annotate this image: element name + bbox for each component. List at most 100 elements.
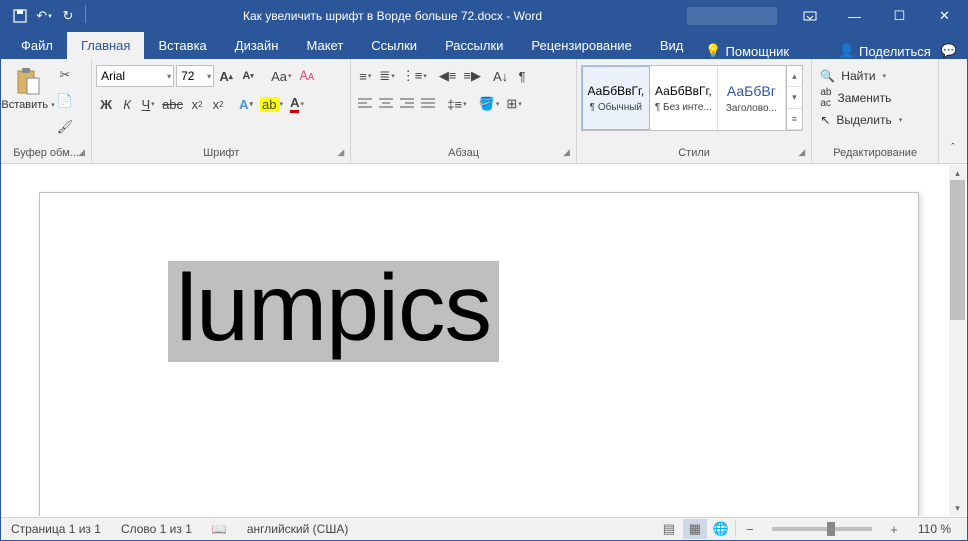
user-badge[interactable] — [687, 7, 777, 25]
font-color-icon[interactable]: A▾ — [287, 93, 307, 115]
tab-insert[interactable]: Вставка — [144, 32, 220, 59]
page-indicator[interactable]: Страница 1 из 1 — [1, 522, 111, 536]
zoom-in-icon[interactable]: + — [882, 519, 906, 539]
highlight-icon[interactable]: ab▾ — [257, 93, 286, 115]
justify-icon[interactable] — [418, 93, 438, 115]
maximize-icon[interactable]: ☐ — [877, 1, 922, 31]
font-launcher[interactable]: ◢ — [337, 147, 344, 158]
minimize-icon[interactable]: — — [832, 1, 877, 31]
collapse-ribbon-icon[interactable]: ˆ — [943, 137, 963, 159]
style-heading[interactable]: АаБбВг Заголово... — [718, 66, 786, 130]
text-effects-icon[interactable]: A▾ — [236, 93, 256, 115]
superscript-button[interactable]: x2 — [208, 93, 228, 115]
select-button[interactable]: ↖Выделить▾ — [816, 109, 906, 131]
line-spacing-icon[interactable]: ‡≡▾ — [444, 93, 469, 115]
selected-text[interactable]: lumpics — [168, 261, 499, 362]
tab-references[interactable]: Ссылки — [357, 32, 431, 59]
zoom-out-icon[interactable]: − — [738, 519, 762, 539]
read-mode-icon[interactable]: ▤ — [657, 519, 681, 539]
clipboard-launcher[interactable]: ◢ — [78, 147, 85, 158]
borders-icon[interactable]: ⊞▾ — [503, 93, 524, 115]
group-font: Arial▾ 72▾ A▴ A▾ Aa▾ 🗛 Ж К Ч▾ abc x2 x2 … — [92, 59, 351, 163]
font-name-combo[interactable]: Arial▾ — [96, 65, 174, 87]
spell-check-icon[interactable]: 📖 — [202, 522, 237, 536]
styles-up-icon[interactable]: ▴ — [787, 66, 802, 87]
styles-launcher[interactable]: ◢ — [798, 147, 805, 158]
tab-layout[interactable]: Макет — [292, 32, 357, 59]
decrease-indent-icon[interactable]: ◀≡ — [436, 65, 460, 87]
tab-review[interactable]: Рецензирование — [517, 32, 645, 59]
zoom-slider[interactable] — [772, 527, 872, 531]
tell-me[interactable]: 💡Помощник — [705, 43, 789, 59]
strikethrough-button[interactable]: abc — [159, 93, 186, 115]
language-indicator[interactable]: английский (США) — [237, 522, 358, 536]
comments-icon[interactable]: 💬 — [941, 43, 957, 59]
page[interactable]: lumpics — [39, 192, 919, 516]
word-count[interactable]: Слово 1 из 1 — [111, 522, 202, 536]
clear-formatting-icon[interactable]: 🗛 — [297, 65, 318, 87]
shading-icon[interactable]: 🪣▾ — [476, 93, 503, 115]
format-painter-icon[interactable]: 🖌 — [55, 117, 75, 137]
italic-button[interactable]: К — [117, 93, 137, 115]
group-editing: 🔍Найти▾ abacЗаменить ↖Выделить▾ Редактир… — [812, 59, 939, 163]
print-layout-icon[interactable]: ▦ — [683, 519, 707, 539]
style-no-spacing[interactable]: АаБбВвГг, ¶ Без инте... — [650, 66, 718, 130]
styles-down-icon[interactable]: ▾ — [787, 87, 802, 108]
styles-more-icon[interactable]: ≡ — [787, 109, 802, 130]
grow-font-icon[interactable]: A▴ — [216, 65, 236, 87]
underline-button[interactable]: Ч▾ — [138, 93, 158, 115]
group-clipboard: Вставить▾ ✂ 📄 🖌 Буфер обм...◢ — [1, 59, 92, 163]
multilevel-list-icon[interactable]: ⋮≡▾ — [399, 65, 430, 87]
share-icon: 👤 — [839, 43, 855, 59]
scroll-down-icon[interactable]: ▾ — [949, 500, 966, 516]
style-normal[interactable]: АаБбВвГг, ¶ Обычный — [582, 66, 650, 130]
ribbon-options-icon[interactable] — [787, 1, 832, 31]
undo-icon[interactable]: ↶▾ — [33, 5, 55, 27]
zoom-level[interactable]: 110 % — [908, 522, 961, 536]
find-button[interactable]: 🔍Найти▾ — [816, 65, 890, 87]
replace-icon: abac — [820, 87, 831, 109]
shrink-font-icon[interactable]: A▾ — [238, 65, 258, 87]
show-marks-icon[interactable]: ¶ — [512, 65, 532, 87]
tab-design[interactable]: Дизайн — [221, 32, 293, 59]
title-bar: ↶▾ ↻ Как увеличить шрифт в Ворде больше … — [1, 1, 967, 31]
scroll-thumb[interactable] — [950, 180, 965, 320]
cut-icon[interactable]: ✂ — [55, 65, 75, 85]
copy-icon[interactable]: 📄 — [55, 91, 75, 111]
font-size-combo[interactable]: 72▾ — [176, 65, 214, 87]
bold-button[interactable]: Ж — [96, 93, 116, 115]
cursor-icon: ↖ — [820, 113, 830, 127]
increase-indent-icon[interactable]: ≡▶ — [460, 65, 484, 87]
tab-view[interactable]: Вид — [646, 32, 698, 59]
tab-home[interactable]: Главная — [67, 32, 144, 59]
redo-icon[interactable]: ↻ — [57, 5, 79, 27]
zoom-thumb[interactable] — [827, 522, 835, 536]
paragraph-launcher[interactable]: ◢ — [563, 147, 570, 158]
bullets-icon[interactable]: ≡▾ — [355, 65, 375, 87]
tab-mailings[interactable]: Рассылки — [431, 32, 517, 59]
ribbon-tabs: Файл Главная Вставка Дизайн Макет Ссылки… — [1, 31, 967, 59]
save-icon[interactable] — [9, 5, 31, 27]
subscript-button[interactable]: x2 — [187, 93, 207, 115]
vertical-scrollbar[interactable]: ▴ ▾ — [949, 165, 966, 516]
scroll-up-icon[interactable]: ▴ — [949, 165, 966, 181]
web-layout-icon[interactable]: 🌐 — [709, 519, 733, 539]
status-bar: Страница 1 из 1 Слово 1 из 1 📖 английски… — [1, 517, 967, 540]
align-left-icon[interactable] — [355, 93, 375, 115]
bulb-icon: 💡 — [705, 43, 721, 59]
change-case-icon[interactable]: Aa▾ — [268, 65, 294, 87]
group-paragraph: ≡▾ ≣▾ ⋮≡▾ ◀≡ ≡▶ A↓ ¶ ‡≡▾ 🪣▾ ⊞▾ — [351, 59, 577, 163]
align-right-icon[interactable] — [397, 93, 417, 115]
paste-button[interactable]: Вставить▾ — [5, 65, 51, 113]
styles-gallery: АаБбВвГг, ¶ Обычный АаБбВвГг, ¶ Без инте… — [581, 65, 803, 131]
ribbon: Вставить▾ ✂ 📄 🖌 Буфер обм...◢ Arial▾ 72▾… — [1, 59, 967, 164]
close-icon[interactable]: ✕ — [922, 1, 967, 31]
styles-scroll: ▴ ▾ ≡ — [786, 66, 802, 130]
sort-icon[interactable]: A↓ — [490, 65, 511, 87]
share-button[interactable]: 👤Поделиться — [839, 43, 931, 59]
replace-button[interactable]: abacЗаменить — [816, 87, 895, 109]
numbering-icon[interactable]: ≣▾ — [376, 65, 397, 87]
tab-file[interactable]: Файл — [7, 32, 67, 59]
document-area[interactable]: lumpics — [1, 164, 967, 516]
align-center-icon[interactable] — [376, 93, 396, 115]
